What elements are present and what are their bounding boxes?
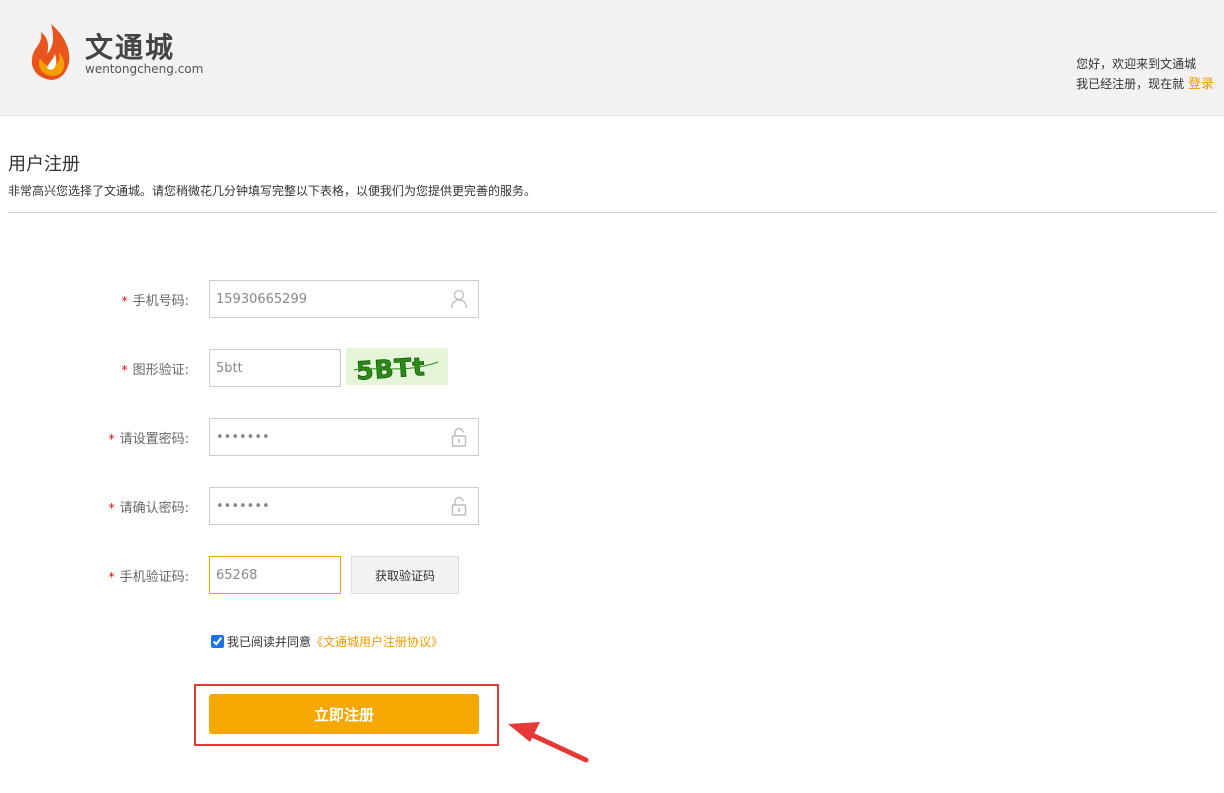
agreement-row: 我已阅读并同意 《文通城用户注册协议》 bbox=[211, 633, 443, 650]
login-prompt: 我已经注册，现在就 登录 bbox=[1076, 74, 1214, 95]
password-field[interactable] bbox=[209, 418, 479, 456]
get-sms-code-button[interactable]: 获取验证码 bbox=[351, 556, 459, 594]
sms-code-label: * 手机验证码: bbox=[108, 570, 189, 585]
required-mark: * bbox=[121, 363, 128, 377]
sms-code-input[interactable] bbox=[210, 557, 340, 593]
captcha-image[interactable]: 5BTt bbox=[346, 348, 448, 386]
agreement-link[interactable]: 《文通城用户注册协议》 bbox=[311, 633, 443, 650]
site-logo[interactable]: 文通城 wentongcheng.com bbox=[27, 22, 227, 84]
lock-icon bbox=[451, 427, 467, 447]
password-label: * 请设置密码: bbox=[108, 432, 189, 447]
required-mark: * bbox=[108, 501, 115, 515]
phone-input[interactable] bbox=[210, 281, 478, 317]
registered-prompt: 我已经注册，现在就 bbox=[1076, 77, 1185, 91]
phone-label: * 手机号码: bbox=[121, 294, 189, 309]
divider bbox=[8, 212, 1217, 213]
captcha-field[interactable] bbox=[209, 349, 341, 387]
welcome-text: 您好，欢迎来到文通城 bbox=[1076, 57, 1197, 71]
header-welcome: 您好，欢迎来到文通城 我已经注册，现在就 登录 bbox=[1076, 54, 1214, 95]
required-mark: * bbox=[121, 294, 128, 308]
page-description: 非常高兴您选择了文通城。请您稍微花几分钟填写完整以下表格，以便我们为您提供更完善… bbox=[8, 184, 537, 198]
lock-icon bbox=[451, 496, 467, 516]
password-input[interactable] bbox=[210, 419, 478, 455]
register-button[interactable]: 立即注册 bbox=[209, 694, 479, 734]
sms-code-field[interactable] bbox=[209, 556, 341, 594]
site-header: 文通城 wentongcheng.com 您好，欢迎来到文通城 我已经注册，现在… bbox=[0, 0, 1224, 116]
confirm-password-input[interactable] bbox=[210, 488, 478, 524]
logo-subtitle: wentongcheng.com bbox=[85, 62, 204, 76]
required-mark: * bbox=[108, 432, 115, 446]
agree-checkbox[interactable] bbox=[211, 635, 224, 648]
phone-field[interactable] bbox=[209, 280, 479, 318]
logo-title: 文通城 bbox=[85, 31, 176, 64]
required-mark: * bbox=[108, 570, 115, 584]
confirm-password-field[interactable] bbox=[209, 487, 479, 525]
login-link[interactable]: 登录 bbox=[1188, 77, 1214, 92]
agree-text: 我已阅读并同意 bbox=[227, 635, 312, 649]
confirm-password-label: * 请确认密码: bbox=[108, 501, 189, 516]
flame-logo-icon bbox=[31, 24, 70, 80]
captcha-label: * 图形验证: bbox=[121, 363, 189, 378]
annotation-arrow-icon bbox=[508, 722, 589, 763]
captcha-input[interactable] bbox=[210, 350, 340, 386]
page-title: 用户注册 bbox=[8, 154, 80, 175]
user-icon bbox=[450, 289, 468, 309]
